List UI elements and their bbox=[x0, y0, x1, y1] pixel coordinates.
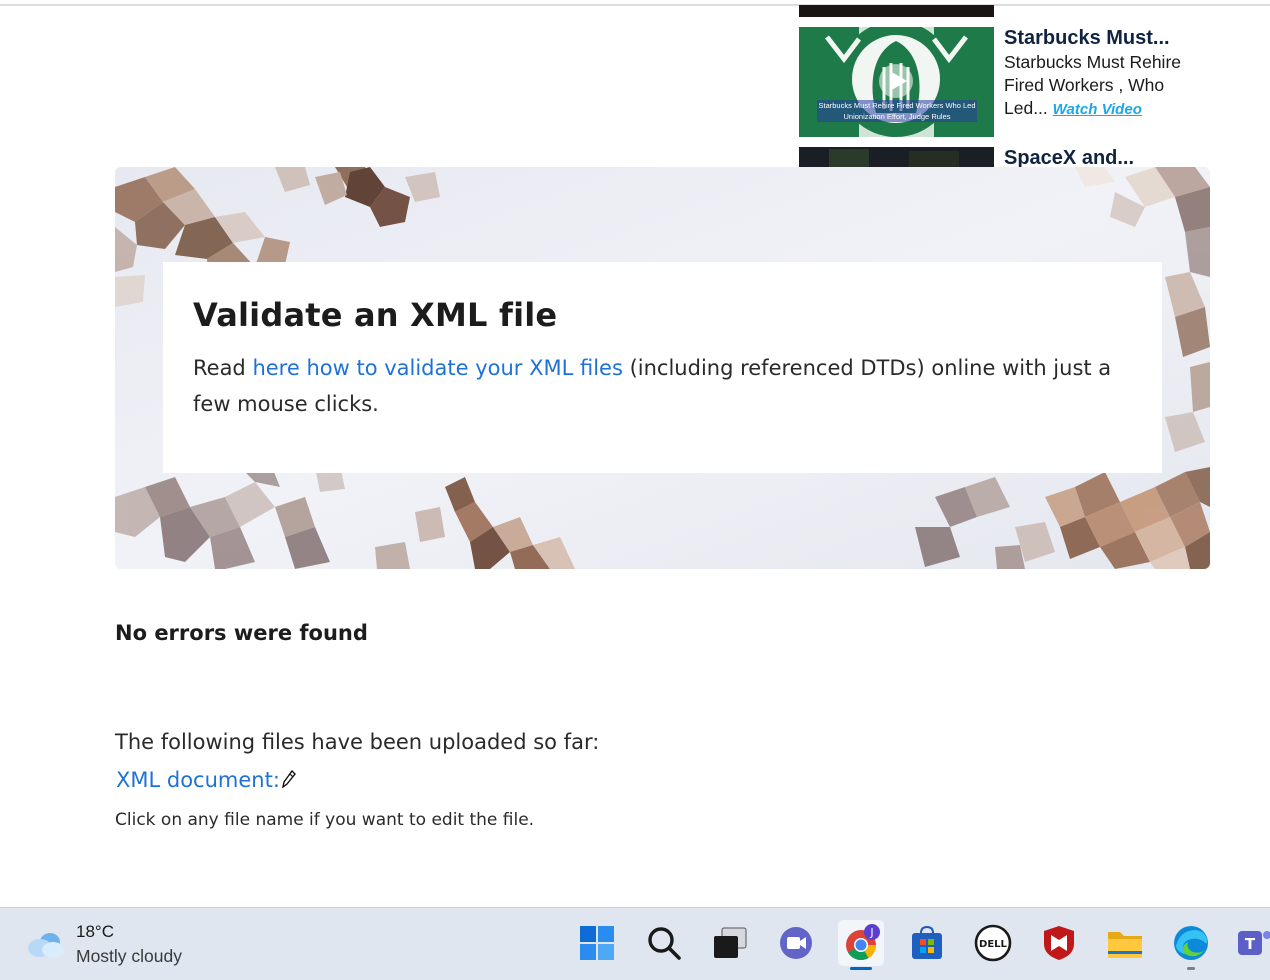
video-title[interactable]: SpaceX and... bbox=[1004, 147, 1134, 167]
dell-logo-text: DELL bbox=[979, 939, 1008, 950]
cloud-icon bbox=[26, 930, 66, 964]
hero-banner: Validate an XML file Read here how to va… bbox=[115, 167, 1210, 569]
thumbnail-caption: Starbucks Must Rehire Fired Workers Who … bbox=[817, 100, 977, 122]
store-icon[interactable] bbox=[904, 920, 950, 966]
uploaded-files-intro: The following files have been uploaded s… bbox=[115, 730, 600, 754]
weather-condition: Mostly cloudy bbox=[76, 946, 183, 966]
edit-hint: Click on any file name if you want to ed… bbox=[115, 810, 535, 830]
video-card-spacex[interactable]: SpaceX and... bbox=[799, 147, 1219, 167]
video-thumbnail[interactable] bbox=[799, 147, 994, 167]
weather-widget[interactable]: 18°C Mostly cloudy bbox=[26, 920, 216, 970]
video-title[interactable]: Starbucks Must... bbox=[1004, 27, 1170, 50]
xml-document-file-link[interactable]: XML document: bbox=[116, 768, 296, 793]
hero-text-before: Read bbox=[193, 356, 253, 380]
chrome-profile-badge: J bbox=[869, 926, 873, 939]
file-link-label[interactable]: XML document: bbox=[116, 768, 280, 792]
folder-icon[interactable] bbox=[1102, 920, 1148, 966]
edge-icon[interactable] bbox=[1168, 920, 1214, 970]
running-app-indicator bbox=[1187, 967, 1195, 970]
task-view-icon[interactable] bbox=[707, 920, 753, 966]
taskbar: 18°C Mostly cloudy J DELL T bbox=[0, 907, 1270, 980]
mcafee-icon[interactable] bbox=[1036, 920, 1082, 966]
video-thumbnail[interactable]: Starbucks Must Rehire Fired Workers Who … bbox=[799, 27, 994, 137]
chrome-icon[interactable]: J bbox=[838, 920, 884, 970]
hero-description: Read here how to validate your XML files… bbox=[193, 350, 1133, 422]
search-icon[interactable] bbox=[641, 920, 687, 966]
validation-result: No errors were found bbox=[115, 621, 368, 645]
active-app-indicator bbox=[850, 967, 872, 970]
teams-icon[interactable]: T bbox=[1234, 920, 1270, 966]
browser-divider bbox=[0, 4, 1270, 6]
how-to-validate-link[interactable]: here how to validate your XML files bbox=[252, 356, 622, 380]
weather-temperature: 18°C bbox=[76, 922, 114, 941]
page-title: Validate an XML file bbox=[193, 296, 558, 334]
video-chat-icon[interactable] bbox=[773, 920, 819, 966]
video-description: Starbucks Must Rehire Fired Workers , Wh… bbox=[1004, 51, 1204, 121]
video-card-starbucks[interactable]: Starbucks Must Rehire Fired Workers Who … bbox=[799, 27, 1219, 139]
hero-card: Validate an XML file Read here how to va… bbox=[163, 262, 1162, 473]
video-thumbnail-partial[interactable] bbox=[799, 5, 994, 17]
edit-pencil-icon[interactable] bbox=[281, 769, 296, 793]
windows-start-icon[interactable] bbox=[574, 920, 620, 966]
watch-video-link[interactable]: Watch Video bbox=[1053, 101, 1142, 118]
dell-icon[interactable]: DELL bbox=[970, 920, 1016, 966]
teams-logo-letter: T bbox=[1245, 935, 1256, 953]
